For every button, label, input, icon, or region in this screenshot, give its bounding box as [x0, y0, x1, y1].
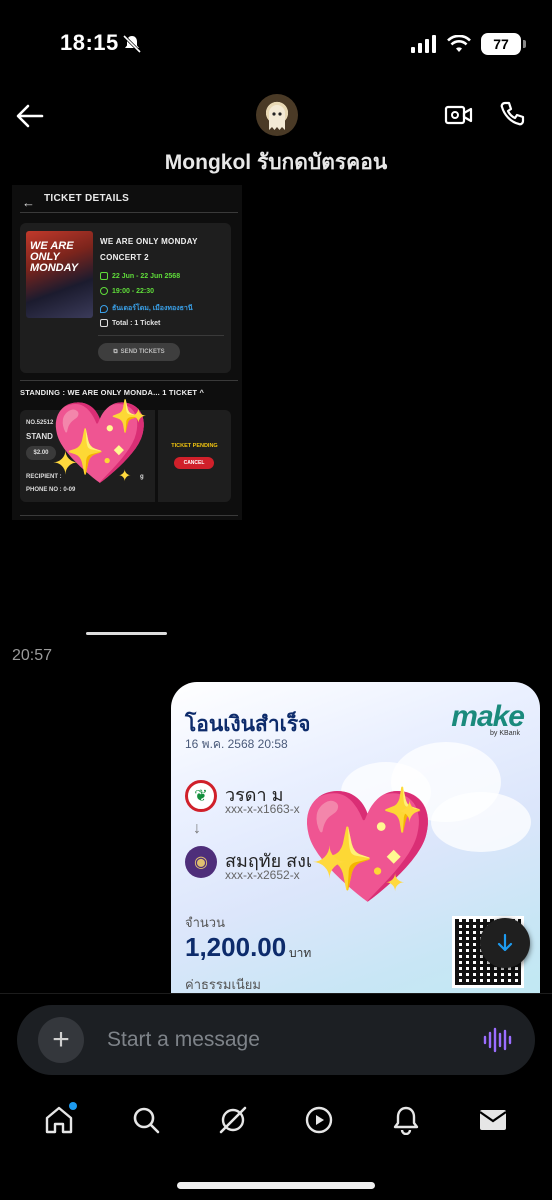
event-time-text: 19:00 - 22:30 [112, 287, 155, 295]
standing-header-text: STANDING : WE ARE ONLY MONDA... 1 TICKET [20, 388, 198, 397]
sparkle-icon: ✦ [118, 468, 132, 485]
sparkle-icon: ✦ [130, 406, 147, 428]
bottom-navigation [0, 1090, 552, 1150]
sparkle-icon: ✦ [385, 870, 406, 897]
amount-value: 1,200.00 [185, 932, 287, 962]
scb-logo-icon: ◉ [185, 846, 217, 878]
wifi-icon [447, 35, 471, 52]
divider [98, 335, 224, 336]
send-tickets-label: SEND TICKETS [120, 349, 165, 355]
event-date: 22 Jun - 22 Jun 2568 [100, 272, 180, 280]
ticket-status-card: TICKET PENDING CANCEL [158, 410, 231, 502]
nav-messages[interactable] [473, 1100, 513, 1140]
amount-unit: บาท [289, 946, 312, 960]
grok-icon [219, 1106, 246, 1134]
play-icon [306, 1106, 333, 1134]
notification-dot [69, 1102, 78, 1110]
media-scroll-indicator [86, 632, 167, 635]
envelope-icon [478, 1110, 507, 1130]
scroll-to-bottom-button[interactable] [480, 918, 530, 968]
arrow-down-icon: ↓ [193, 820, 201, 837]
silent-bell-icon [122, 34, 142, 54]
message-input[interactable] [107, 1026, 447, 1054]
event-date-text: 22 Jun - 22 Jun 2568 [112, 272, 181, 280]
transfer-slip-image[interactable]: โอนเงินสำเร็จ 16 พ.ค. 2568 20:58 make by… [171, 682, 540, 1012]
plus-icon: + [52, 1023, 70, 1056]
sender-account: xxx-x-x1663-x [225, 802, 300, 816]
receiver-account: xxx-x-x2652-x [225, 868, 300, 882]
add-attachment-button[interactable]: + [38, 1017, 84, 1063]
clock-icon [100, 287, 108, 295]
make-logo-sub: by KBank [490, 730, 520, 737]
battery-indicator: 77 [481, 33, 521, 55]
event-card: WE ARE ONLY MONDAY WE ARE ONLY MONDAY CO… [20, 223, 231, 373]
event-venue: ธันเดอร์โดม, เมืองทองธานี [100, 303, 193, 314]
ticket-icon [100, 319, 108, 327]
status-indicators: 77 [411, 33, 526, 55]
sparkle-icon: ✦ [52, 445, 79, 481]
chevron-up-icon: ^ [199, 388, 205, 397]
nav-grok[interactable] [213, 1100, 253, 1140]
calendar-icon [100, 272, 108, 280]
cellular-signal-icon [411, 35, 436, 53]
ticket-screenshot[interactable]: ← TICKET DETAILS WE ARE ONLY MONDAY WE A… [12, 185, 242, 520]
home-indicator [177, 1182, 375, 1189]
status-time: 18:15 [60, 30, 119, 55]
event-poster-image: WE ARE ONLY MONDAY [26, 231, 93, 318]
sparkle-icon: ✦ [311, 839, 348, 888]
nav-search[interactable] [126, 1100, 166, 1140]
bell-icon [393, 1106, 419, 1135]
ticket-total-text: Total : 1 Ticket [112, 319, 161, 327]
divider [20, 212, 238, 213]
video-call-icon[interactable] [444, 100, 474, 130]
ticket-details-title: TICKET DETAILS [44, 193, 130, 204]
back-arrow-icon[interactable] [14, 100, 46, 132]
event-venue-text: ธันเดอร์โดม, เมืองทองธานี [112, 305, 193, 312]
make-logo: make [451, 700, 525, 733]
sparkle-icon: ✦ [397, 796, 423, 829]
cloud-decoration [431, 792, 531, 852]
contact-name[interactable]: Mongkol รับกดบัตรคอน [0, 146, 552, 179]
poster-text: WE ARE ONLY MONDAY [30, 240, 79, 274]
phone-call-icon[interactable] [498, 100, 528, 130]
divider [20, 380, 238, 381]
arrow-down-icon [497, 933, 513, 952]
transfer-date: 16 พ.ค. 2568 20:58 [185, 737, 288, 751]
share-icon: ⧉ [113, 348, 118, 355]
event-name-line2: CONCERT 2 [100, 253, 149, 262]
ticket-pending-label: TICKET PENDING [171, 443, 218, 449]
kbank-logo-icon: ❦ [185, 780, 217, 812]
cancel-button: CANCEL [174, 457, 214, 469]
ticket-zone: STAND [26, 432, 53, 441]
nav-notifications[interactable] [386, 1100, 426, 1140]
nav-video[interactable] [299, 1100, 339, 1140]
ghost-avatar-icon [269, 105, 285, 130]
send-tickets-button: ⧉ SEND TICKETS [98, 343, 180, 361]
location-pin-icon [100, 304, 108, 313]
phone-label: PHONE NO : 0-09 [26, 487, 76, 493]
avatar[interactable] [256, 94, 298, 136]
event-name-line1: WE ARE ONLY MONDAY [100, 237, 198, 246]
message-timestamp: 20:57 [12, 647, 53, 664]
amount-label: จำนวน [185, 915, 225, 930]
nav-home[interactable] [39, 1100, 79, 1140]
voice-message-icon[interactable] [482, 1025, 512, 1055]
event-time: 19:00 - 22:30 [100, 287, 154, 295]
battery-tip [523, 40, 526, 48]
home-icon [46, 1106, 73, 1134]
fee-label: ค่าธรรมเนียม [185, 977, 261, 992]
ticket-back-arrow-icon: ← [22, 195, 35, 210]
search-icon [133, 1107, 160, 1134]
divider [20, 515, 238, 516]
ticket-total: Total : 1 Ticket [100, 319, 160, 327]
standing-header: STANDING : WE ARE ONLY MONDA... 1 TICKET… [20, 388, 204, 397]
